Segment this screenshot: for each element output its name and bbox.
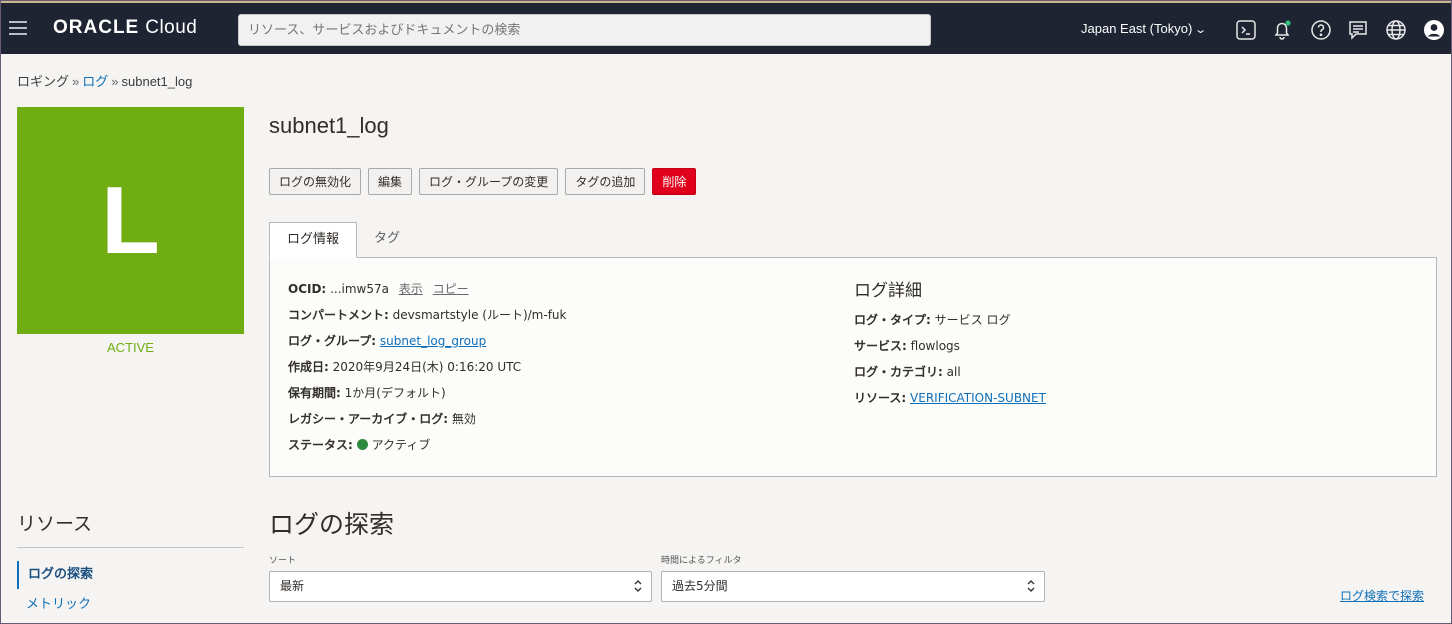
menu-icon[interactable] bbox=[9, 21, 27, 35]
ocid-value: ...imw57a bbox=[330, 282, 389, 296]
log-info-panel: OCID: ...imw57a 表示 コピー コンパートメント: devsmar… bbox=[269, 257, 1437, 477]
ocid-row: OCID: ...imw57a 表示 コピー bbox=[288, 280, 566, 306]
retention-row: 保有期間: 1か月(デフォルト) bbox=[288, 384, 566, 410]
chevron-down-icon: ⌄ bbox=[1194, 24, 1208, 36]
log-group-link[interactable]: subnet_log_group bbox=[380, 334, 486, 348]
status-value: アクティブ bbox=[371, 438, 431, 452]
edit-button[interactable]: 編集 bbox=[368, 168, 413, 195]
legacy-archive-label: レガシー・アーカイブ・ログ: bbox=[288, 412, 449, 426]
sidebar-item-metrics[interactable]: メトリック bbox=[17, 591, 244, 619]
breadcrumb: ロギング» ログ» subnet1_log bbox=[17, 71, 192, 90]
status-active-icon bbox=[356, 439, 368, 450]
time-filter-label: 時間によるフィルタ bbox=[661, 556, 742, 566]
tab-log-info[interactable]: ログ情報 bbox=[269, 222, 358, 258]
region-selector[interactable]: Japan East (Tokyo) ⌄ bbox=[1081, 21, 1208, 36]
ocid-label: OCID: bbox=[288, 282, 327, 296]
time-filter-select[interactable]: 過去5分間 bbox=[661, 571, 1045, 602]
resource-status: ACTIVE bbox=[107, 340, 154, 355]
log-details-heading: ログ詳細 bbox=[854, 281, 922, 301]
resource-letter: L bbox=[101, 166, 160, 274]
help-icon[interactable] bbox=[1310, 19, 1332, 41]
log-category-label: ログ・カテゴリ: bbox=[854, 365, 943, 379]
created-label: 作成日: bbox=[288, 360, 329, 374]
tab-tags[interactable]: タグ bbox=[357, 222, 417, 258]
bell-icon[interactable] bbox=[1271, 19, 1293, 41]
delete-button[interactable]: 削除 bbox=[652, 168, 697, 195]
global-search-input[interactable] bbox=[238, 14, 931, 46]
logo-brand: ORACLE bbox=[53, 17, 140, 38]
service-label: サービス: bbox=[854, 339, 907, 353]
log-type-value: サービス ログ bbox=[934, 313, 1011, 327]
globe-icon[interactable] bbox=[1385, 19, 1407, 41]
log-category-row: ログ・カテゴリ: all bbox=[854, 363, 1046, 389]
log-group-label: ログ・グループ: bbox=[288, 334, 377, 348]
select-arrows-icon bbox=[1026, 577, 1036, 595]
resources-divider bbox=[17, 547, 244, 548]
region-label: Japan East (Tokyo) bbox=[1081, 21, 1193, 36]
status-row: ステータス: アクティブ bbox=[288, 436, 566, 462]
page-title: subnet1_log bbox=[269, 113, 389, 138]
detail-tabs: ログ情報 タグ bbox=[269, 222, 417, 258]
action-bar: ログの無効化 編集 ログ・グループの変更 タグの追加 削除 bbox=[269, 168, 697, 195]
time-filter-selected-value: 過去5分間 bbox=[672, 579, 728, 593]
breadcrumb-current: subnet1_log bbox=[121, 74, 193, 89]
compartment-label: コンパートメント: bbox=[288, 308, 389, 322]
select-arrows-icon bbox=[633, 577, 643, 595]
legacy-archive-row: レガシー・アーカイブ・ログ: 無効 bbox=[288, 410, 566, 436]
legacy-archive-value: 無効 bbox=[451, 412, 476, 426]
log-type-label: ログ・タイプ: bbox=[854, 313, 931, 327]
log-group-row: ログ・グループ: subnet_log_group bbox=[288, 332, 566, 358]
log-details-column: ログ詳細 ログ・タイプ: サービス ログ サービス: flowlogs ログ・カ… bbox=[854, 276, 1046, 415]
disable-log-button[interactable]: ログの無効化 bbox=[269, 168, 362, 195]
breadcrumb-separator: » bbox=[72, 74, 80, 89]
retention-value: 1か月(デフォルト) bbox=[344, 386, 446, 400]
compartment-value: devsmartstyle (ルート)/m-fuk bbox=[392, 308, 567, 322]
resources-nav-title: リソース bbox=[17, 513, 93, 535]
resource-row: リソース: VERIFICATION-SUBNET bbox=[854, 389, 1046, 415]
service-row: サービス: flowlogs bbox=[854, 337, 1046, 363]
logo-product: Cloud bbox=[145, 17, 198, 38]
top-navigation-bar: ORACLECloud Japan East (Tokyo)⌄ bbox=[1, 1, 1451, 54]
user-icon[interactable] bbox=[1423, 19, 1445, 41]
explore-with-log-search-link[interactable]: ログ検索で探索 bbox=[1340, 587, 1424, 604]
service-value: flowlogs bbox=[910, 339, 960, 353]
resource-link[interactable]: VERIFICATION-SUBNET bbox=[910, 391, 1046, 405]
chat-icon[interactable] bbox=[1347, 19, 1369, 41]
status-label: ステータス: bbox=[288, 438, 353, 452]
resource-label: リソース: bbox=[854, 391, 907, 405]
breadcrumb-logs-link[interactable]: ログ bbox=[82, 74, 108, 89]
ocid-show-link[interactable]: 表示 bbox=[399, 282, 423, 296]
compartment-row: コンパートメント: devsmartstyle (ルート)/m-fuk bbox=[288, 306, 566, 332]
add-tags-button[interactable]: タグの追加 bbox=[565, 168, 646, 195]
app-frame: ORACLECloud Japan East (Tokyo)⌄ ロギング»ログ»… bbox=[0, 0, 1452, 624]
sort-selected-value: 最新 bbox=[280, 579, 305, 593]
log-category-value: all bbox=[946, 365, 961, 379]
sidebar-item-explore-log[interactable]: ログの探索 bbox=[17, 561, 244, 589]
breadcrumb-logging[interactable]: ロギング bbox=[17, 74, 69, 89]
created-row: 作成日: 2020年9月24日(木) 0:16:20 UTC bbox=[288, 358, 566, 384]
ocid-copy-link[interactable]: コピー bbox=[433, 282, 469, 296]
log-info-column: OCID: ...imw57a 表示 コピー コンパートメント: devsmar… bbox=[288, 280, 566, 462]
explore-log-heading: ログの探索 bbox=[269, 510, 395, 539]
breadcrumb-separator: » bbox=[111, 74, 119, 89]
resource-tile: L bbox=[17, 107, 244, 334]
log-type-row: ログ・タイプ: サービス ログ bbox=[854, 311, 1046, 337]
retention-label: 保有期間: bbox=[288, 386, 341, 400]
sort-label: ソート bbox=[269, 556, 297, 566]
oracle-cloud-logo[interactable]: ORACLE Cloud bbox=[53, 17, 197, 39]
created-value: 2020年9月24日(木) 0:16:20 UTC bbox=[332, 360, 522, 374]
change-log-group-button[interactable]: ログ・グループの変更 bbox=[419, 168, 559, 195]
sort-select[interactable]: 最新 bbox=[269, 571, 652, 602]
cloud-shell-icon[interactable] bbox=[1235, 19, 1257, 41]
